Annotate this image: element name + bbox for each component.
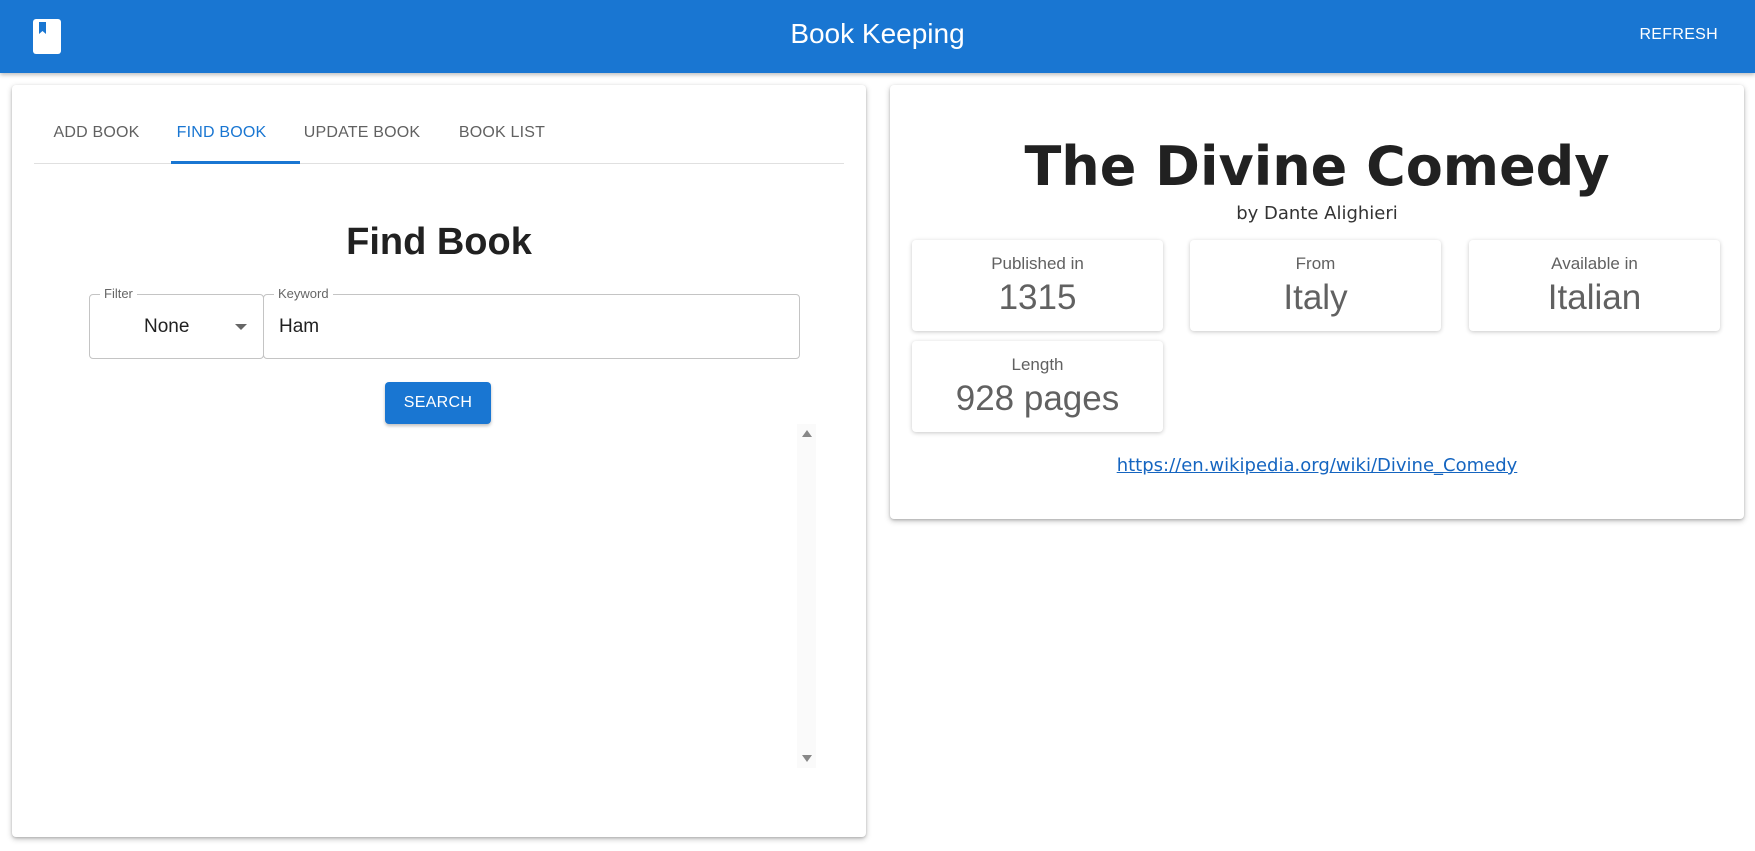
book-detail-panel: The Divine Comedy by Dante Alighieri Pub… (890, 85, 1744, 519)
tab-update-book[interactable]: UPDATE BOOK (284, 105, 440, 163)
tab-book-list[interactable]: BOOK LIST (440, 105, 564, 163)
language-value: Italian (1547, 278, 1642, 317)
search-results-list (52, 430, 828, 780)
published-value: 1315 (998, 278, 1077, 317)
tab-add-book[interactable]: ADD BOOK (34, 105, 159, 163)
app-bar: Book Keeping REFRESH (0, 0, 1755, 73)
tab-bar: ADD BOOK FIND BOOK UPDATE BOOK BOOK LIST (34, 105, 844, 164)
app-title: Book Keeping (790, 18, 965, 49)
published-stat-card: Published in 1315 (912, 240, 1163, 331)
origin-label: From (1295, 254, 1336, 273)
find-book-panel: ADD BOOK FIND BOOK UPDATE BOOK BOOK LIST… (12, 85, 866, 837)
keyword-input[interactable] (279, 313, 779, 341)
page-title: Find Book (346, 221, 532, 263)
book-author: by Dante Alighieri (1236, 203, 1398, 224)
length-stat-card: Length 928 pages (912, 341, 1163, 432)
origin-value: Italy (1283, 278, 1348, 317)
keyword-label: Keyword (274, 286, 333, 301)
refresh-button[interactable]: REFRESH (1639, 26, 1718, 44)
search-button[interactable]: SEARCH (385, 382, 491, 424)
filter-value: None (144, 316, 190, 337)
length-label: Length (1011, 355, 1064, 374)
results-scrollbar[interactable] (797, 424, 816, 768)
origin-stat-card: From Italy (1190, 240, 1441, 331)
wikipedia-link[interactable]: https://en.wikipedia.org/wiki/Divine_Com… (890, 455, 1744, 476)
keyword-field: Keyword (263, 286, 800, 359)
language-label: Available in (1551, 254, 1638, 273)
language-stat-card: Available in Italian (1469, 240, 1720, 331)
chevron-down-icon (235, 324, 247, 330)
scroll-down-arrow-icon[interactable] (802, 755, 812, 762)
published-label: Published in (991, 254, 1084, 273)
tab-find-book[interactable]: FIND BOOK (159, 105, 284, 163)
active-tab-indicator (171, 161, 300, 164)
scroll-up-arrow-icon[interactable] (802, 430, 812, 437)
filter-label: Filter (100, 286, 137, 301)
book-title: The Divine Comedy (1024, 135, 1610, 198)
filter-select[interactable]: Filter None (89, 286, 264, 359)
length-value: 928 pages (955, 379, 1120, 418)
